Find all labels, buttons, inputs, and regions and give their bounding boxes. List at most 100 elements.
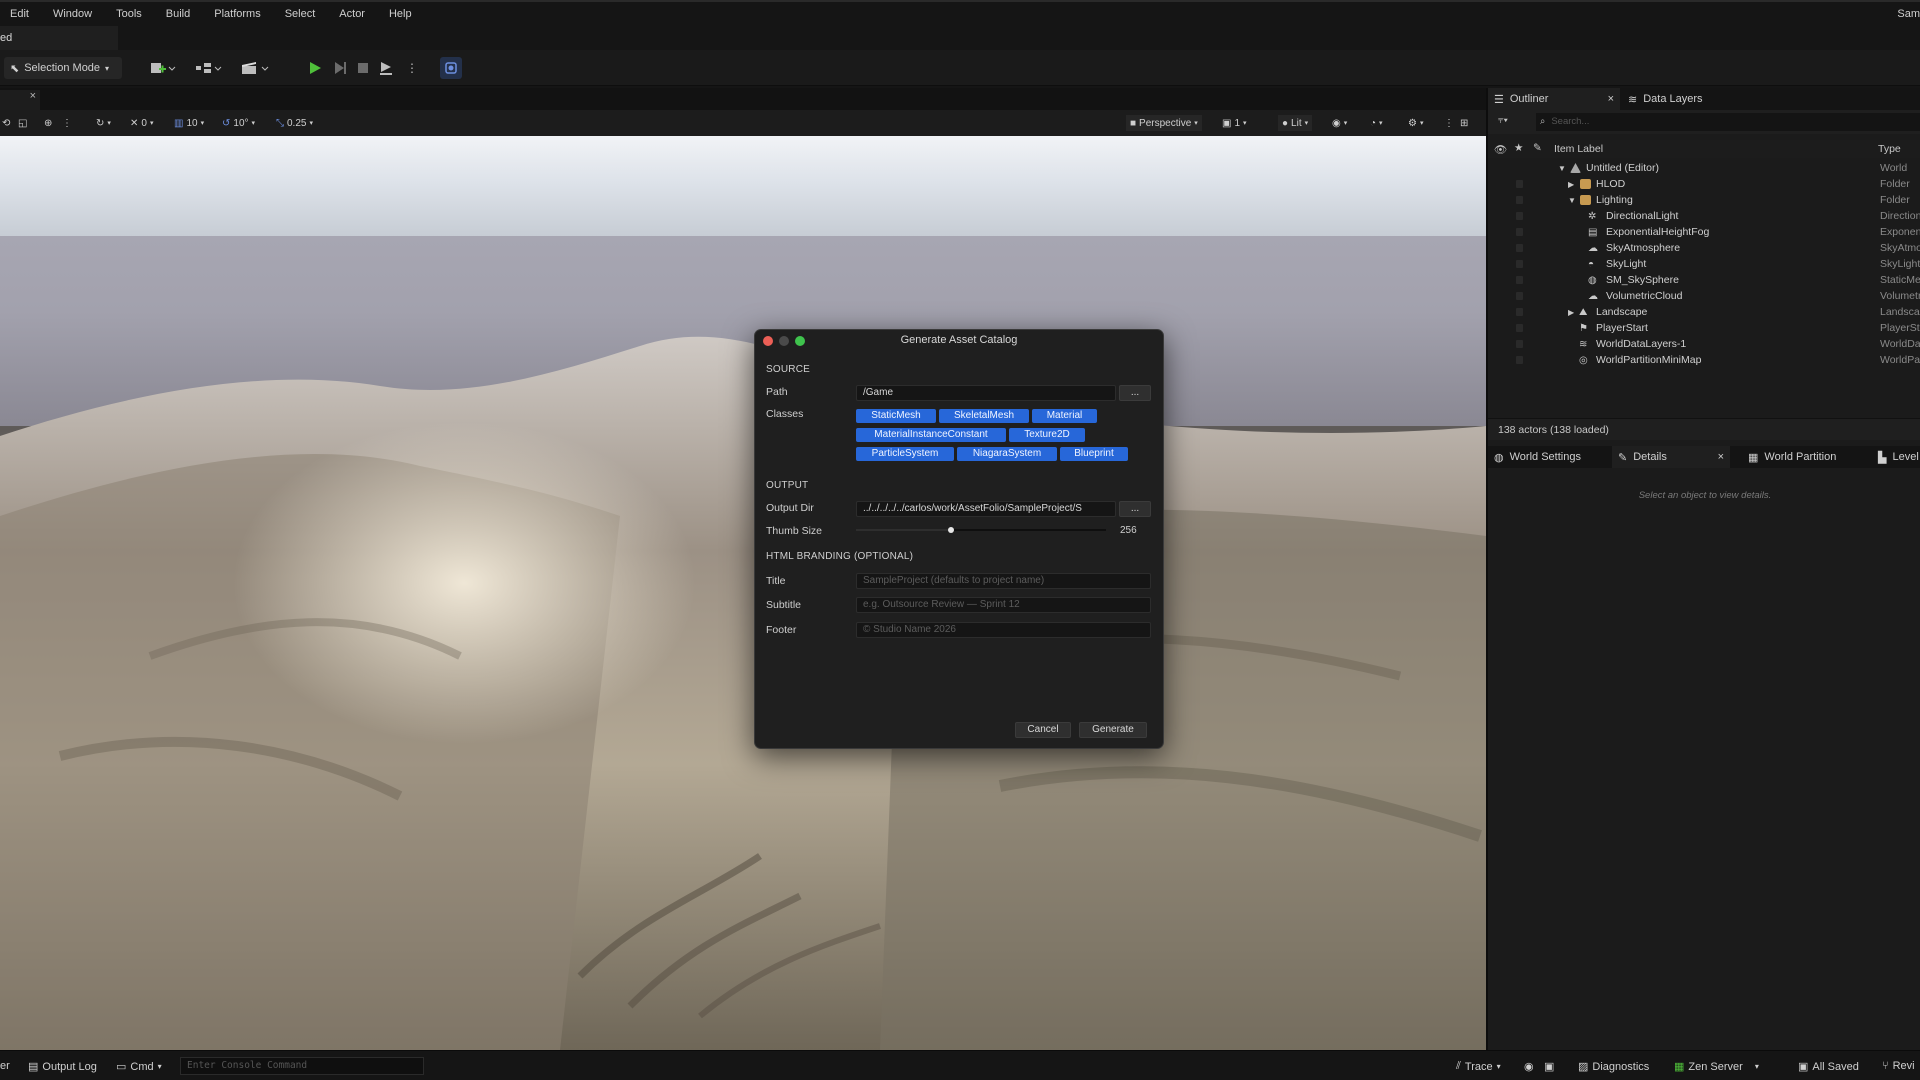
- thumb-size-slider[interactable]: [856, 524, 1106, 536]
- surface-snap-button[interactable]: ✕ 0 ▾: [130, 116, 153, 130]
- tab-outliner[interactable]: ☰ Outliner ×: [1488, 88, 1620, 110]
- tab-world-settings[interactable]: ◍ World Settings: [1488, 446, 1608, 468]
- outliner-row-volumetriccloud[interactable]: ☁ VolumetricCloud Volumetr: [1488, 288, 1920, 304]
- menu-window[interactable]: Window: [41, 8, 104, 20]
- minimize-window-button[interactable]: [779, 336, 789, 346]
- grid-snap-button[interactable]: ▥ 10 ▾: [174, 116, 204, 130]
- output-dir-browse-button[interactable]: ...: [1119, 501, 1151, 517]
- cmd-dropdown[interactable]: ▭ Cmd ▾: [116, 1060, 162, 1074]
- class-chip-staticmesh[interactable]: StaticMesh: [856, 409, 936, 423]
- close-icon[interactable]: ×: [1608, 93, 1614, 105]
- footer-field[interactable]: © Studio Name 2026: [856, 622, 1151, 638]
- all-saved-button[interactable]: ▣ All Saved: [1798, 1060, 1859, 1074]
- viewport-tab[interactable]: ×: [0, 90, 40, 110]
- transform-gizmo-icon[interactable]: ⊕: [44, 116, 52, 130]
- outliner-row-minimap[interactable]: ◎ WorldPartitionMiniMap WorldPar: [1488, 352, 1920, 368]
- outliner-row-playerstart[interactable]: ⚑ PlayerStart PlayerSt: [1488, 320, 1920, 336]
- selection-mode-button[interactable]: ⬉ Selection Mode ▾: [4, 57, 122, 79]
- path-browse-button[interactable]: ...: [1119, 385, 1151, 401]
- class-chip-material[interactable]: Material: [1032, 409, 1097, 423]
- settings-button[interactable]: ⚙ ▾: [1408, 116, 1423, 130]
- path-field[interactable]: /Game: [856, 385, 1116, 401]
- search-input[interactable]: ⌕ Search...: [1536, 113, 1920, 131]
- outliner-row-worlddatalayers[interactable]: ≋ WorldDataLayers-1 WorldDa: [1488, 336, 1920, 352]
- zen-server-button[interactable]: ▦ Zen Server ▾: [1674, 1060, 1759, 1074]
- outliner-row-landscape[interactable]: ▶ ⛰ Landscape Landsca: [1488, 304, 1920, 320]
- diagnostics-button[interactable]: ▨ Diagnostics: [1578, 1060, 1649, 1074]
- class-chip-skeletalmesh[interactable]: SkeletalMesh: [939, 409, 1029, 423]
- layout-grid-icon[interactable]: ⊞: [1460, 116, 1468, 130]
- outliner-row-directionallight[interactable]: ✲ DirectionalLight Direction: [1488, 208, 1920, 224]
- menu-platforms[interactable]: Platforms: [202, 8, 272, 20]
- output-log-button[interactable]: ▤ Output Log: [28, 1060, 97, 1074]
- visibility-toggle[interactable]: [1516, 324, 1523, 332]
- visibility-toggle[interactable]: [1516, 180, 1523, 188]
- revision-control-button[interactable]: ⑂ Revi: [1882, 1060, 1915, 1072]
- close-icon[interactable]: ×: [30, 90, 36, 102]
- menu-help[interactable]: Help: [377, 8, 424, 20]
- menu-build[interactable]: Build: [154, 8, 202, 20]
- platforms-button[interactable]: [440, 57, 462, 79]
- visibility-toggle[interactable]: [1516, 276, 1523, 284]
- user-name[interactable]: Sam: [1897, 8, 1920, 20]
- generate-button[interactable]: Generate: [1079, 722, 1147, 738]
- advance-frame-button[interactable]: [333, 57, 349, 79]
- blueprint-button[interactable]: [195, 57, 227, 79]
- outliner-row-untitled[interactable]: ▼ Untitled (Editor) World: [1488, 160, 1920, 176]
- eject-button[interactable]: [379, 57, 395, 79]
- visibility-toggle[interactable]: [1516, 340, 1523, 348]
- viewport-more-icon[interactable]: ⋮: [1444, 116, 1454, 130]
- class-chip-niagarasystem[interactable]: NiagaraSystem: [957, 447, 1057, 461]
- filter-icon[interactable]: ⫧▾: [1498, 115, 1508, 126]
- console-input[interactable]: Enter Console Command: [180, 1057, 424, 1075]
- rotation-snap-button[interactable]: ↺ 10° ▾: [222, 116, 255, 130]
- stop-button[interactable]: [356, 57, 372, 79]
- tab-data-layers[interactable]: ≋ Data Layers: [1622, 88, 1732, 110]
- output-dir-field[interactable]: ../../../../../carlos/work/AssetFolio/Sa…: [856, 501, 1116, 517]
- performance-button[interactable]: ◔ ▾: [1370, 116, 1383, 130]
- visibility-toggle[interactable]: [1516, 212, 1523, 220]
- translate-snap-button[interactable]: ↻ ▾: [96, 116, 111, 130]
- visibility-toggle[interactable]: [1516, 260, 1523, 268]
- perspective-button[interactable]: ■ Perspective ▾: [1126, 115, 1202, 131]
- viewport-options-icon[interactable]: ◱: [18, 116, 27, 130]
- play-options-button[interactable]: ⋮: [406, 57, 418, 79]
- menu-tools[interactable]: Tools: [104, 8, 154, 20]
- tab-details[interactable]: ✎ Details ×: [1612, 446, 1730, 468]
- outliner-row-hlod[interactable]: ▶ HLOD Folder: [1488, 176, 1920, 192]
- tab-world-partition[interactable]: ▦ World Partition: [1742, 446, 1852, 468]
- visibility-toggle[interactable]: [1516, 356, 1523, 364]
- menu-edit[interactable]: Edit: [0, 8, 41, 20]
- show-flags-button[interactable]: ◉ ▾: [1332, 116, 1347, 130]
- outliner-row-skylight[interactable]: ◓ SkyLight SkyLight: [1488, 256, 1920, 272]
- menu-select[interactable]: Select: [273, 8, 328, 20]
- visibility-toggle[interactable]: [1516, 292, 1523, 300]
- more-options-icon[interactable]: ⋮: [62, 116, 72, 130]
- visibility-toggle[interactable]: [1516, 196, 1523, 204]
- close-icon[interactable]: ×: [1718, 451, 1724, 463]
- add-actor-button[interactable]: [150, 57, 182, 79]
- cinematics-button[interactable]: [240, 57, 272, 79]
- content-drawer-label[interactable]: er: [0, 1060, 10, 1072]
- visibility-toggle[interactable]: [1516, 308, 1523, 316]
- zoom-window-button[interactable]: [795, 336, 805, 346]
- lit-mode-button[interactable]: ● Lit ▾: [1278, 115, 1313, 131]
- visibility-toggle[interactable]: [1516, 244, 1523, 252]
- title-field[interactable]: SampleProject (defaults to project name): [856, 573, 1151, 589]
- outliner-row-fog[interactable]: ▤ ExponentialHeightFog Exponen: [1488, 224, 1920, 240]
- tab-levels[interactable]: ▙ Level: [1872, 446, 1920, 468]
- visibility-toggle[interactable]: [1516, 228, 1523, 236]
- close-window-button[interactable]: [763, 336, 773, 346]
- class-chip-blueprint[interactable]: Blueprint: [1060, 447, 1128, 461]
- cancel-button[interactable]: Cancel: [1015, 722, 1071, 738]
- class-chip-materialinstanceconstant[interactable]: MaterialInstanceConstant: [856, 428, 1006, 442]
- slider-handle[interactable]: [948, 527, 954, 533]
- item-label-header[interactable]: Item Label: [1554, 143, 1603, 155]
- level-tab[interactable]: ed: [0, 26, 118, 50]
- class-chip-texture2d[interactable]: Texture2D: [1009, 428, 1085, 442]
- record-icon[interactable]: ◉: [1524, 1060, 1534, 1073]
- realtime-icon[interactable]: ⟲: [2, 116, 10, 130]
- subtitle-field[interactable]: e.g. Outsource Review — Sprint 12: [856, 597, 1151, 613]
- outliner-row-skysphere[interactable]: ◍ SM_SkySphere StaticMe: [1488, 272, 1920, 288]
- outliner-row-lighting[interactable]: ▼ Lighting Folder: [1488, 192, 1920, 208]
